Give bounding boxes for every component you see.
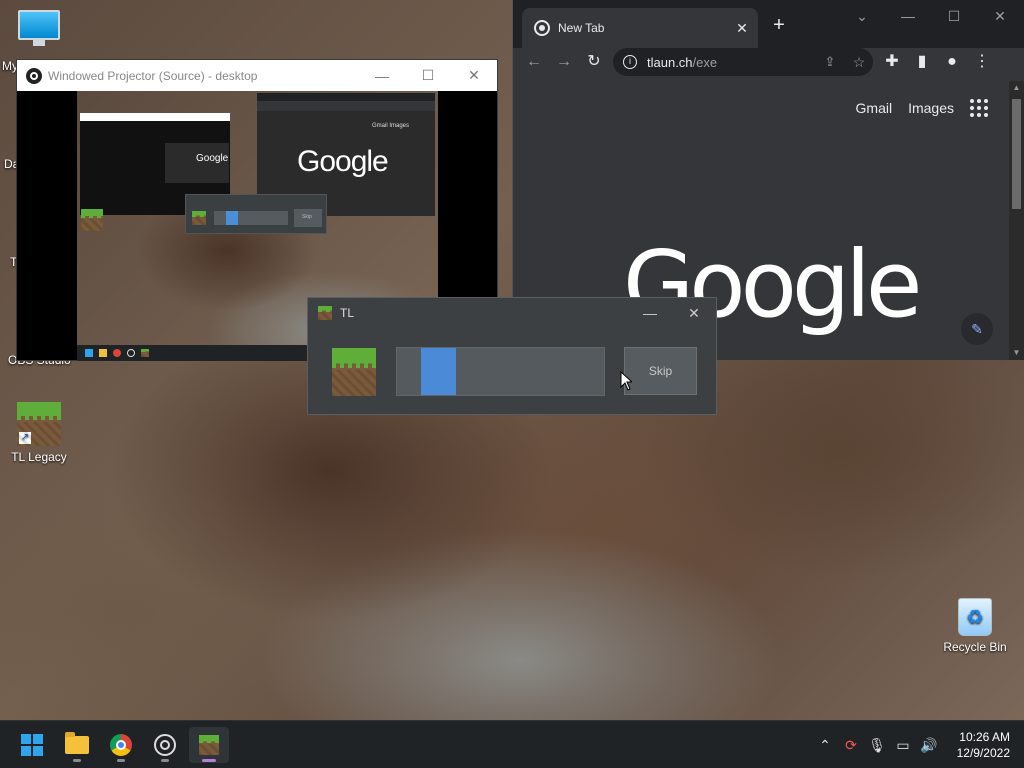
monitor-icon <box>18 10 60 46</box>
obs-icon <box>154 734 176 756</box>
taskbar-chrome[interactable] <box>101 727 141 763</box>
page-scrollbar[interactable]: ▲ ▼ <box>1009 81 1024 360</box>
network-icon[interactable]: ▭ <box>890 737 916 754</box>
taskbar-obs-studio[interactable] <box>145 727 185 763</box>
chrome-toolbar: ← → ↻ i tlaun.ch/exe ⇪ ☆ ✚ ▮ ● ⋮ <box>513 47 1024 77</box>
side-panel-icon[interactable]: ▮ <box>907 48 937 76</box>
chrome-favicon-icon <box>534 20 550 36</box>
projector-titlebar[interactable]: Windowed Projector (Source) - desktop — … <box>17 60 497 91</box>
customize-pencil-icon[interactable]: ✎ <box>961 313 993 345</box>
minimize-button[interactable]: — <box>359 60 405 91</box>
google-apps-grid-icon[interactable] <box>970 99 988 117</box>
minimize-button[interactable]: — <box>628 298 672 328</box>
tl-dialog[interactable]: TL — ✕ Skip <box>307 297 717 415</box>
taskbar-tl-legacy[interactable] <box>189 727 229 763</box>
ntp-header-links: Gmail Images <box>856 99 988 117</box>
taskbar: ⌃ ⟳ 🎙 ▭ 🔊 10:26 AM 12/9/2022 <box>0 720 1024 768</box>
mini-skip: Skip <box>302 214 312 220</box>
tab-title: New Tab <box>558 21 605 35</box>
tab-strip: New Tab ✕ + ⌄ — ☐ ✕ <box>513 0 1024 48</box>
close-tab-icon[interactable]: ✕ <box>734 20 750 37</box>
skip-button[interactable]: Skip <box>624 347 697 395</box>
progress-fill <box>421 348 457 395</box>
desktop-icon-tl-legacy[interactable]: ↗ TL Legacy <box>0 402 78 464</box>
projector-title: Windowed Projector (Source) - desktop <box>48 68 258 83</box>
reload-icon[interactable]: ↻ <box>579 48 609 76</box>
tl-title: TL <box>340 306 355 320</box>
chrome-icon <box>110 734 132 756</box>
mini-google-logo: Google <box>196 153 229 164</box>
recycle-bin-icon: ♻ <box>958 598 992 636</box>
mouse-cursor-icon <box>620 371 632 391</box>
share-icon[interactable]: ⇪ <box>815 48 845 76</box>
tab-new-tab[interactable]: New Tab ✕ <box>522 8 758 48</box>
minecraft-grass-block-icon <box>318 306 332 320</box>
desktop-icon-recycle-bin[interactable]: ♻ Recycle Bin <box>936 598 1014 654</box>
microphone-icon[interactable]: 🎙 <box>864 737 890 754</box>
speaker-icon[interactable]: 🔊 <box>916 737 942 754</box>
close-button[interactable]: ✕ <box>977 2 1023 30</box>
mini-links: Gmail Images <box>371 123 409 129</box>
scroll-down-arrow-icon[interactable]: ▼ <box>1009 346 1024 360</box>
desktop-icon-this-pc[interactable] <box>0 10 78 46</box>
minimize-button[interactable]: — <box>885 2 931 30</box>
close-button[interactable]: ✕ <box>451 60 497 91</box>
clock-date: 12/9/2022 <box>956 746 1010 760</box>
images-link[interactable]: Images <box>908 100 954 116</box>
mini-tl-legacy-icon <box>81 209 103 232</box>
close-button[interactable]: ✕ <box>672 298 716 328</box>
download-progress-bar <box>396 347 605 396</box>
minecraft-grass-block-icon <box>199 735 219 755</box>
maximize-button[interactable]: ☐ <box>405 60 451 91</box>
tl-logo-grass-block-icon <box>332 348 376 396</box>
address-bar[interactable]: i tlaun.ch/exe ⇪ ☆ <box>613 48 873 76</box>
system-tray: ⌃ ⟳ 🎙 ▭ 🔊 <box>812 721 942 768</box>
windows-logo-icon <box>21 734 43 756</box>
minecraft-grass-block-icon: ↗ <box>17 402 61 446</box>
start-button[interactable] <box>12 727 52 763</box>
scroll-up-arrow-icon[interactable]: ▲ <box>1009 81 1024 95</box>
profile-avatar-icon[interactable]: ● <box>937 48 967 76</box>
gmail-link[interactable]: Gmail <box>856 100 893 116</box>
obs-icon <box>26 67 42 84</box>
taskbar-file-explorer[interactable] <box>57 727 97 763</box>
url-path: /exe <box>692 54 718 70</box>
maximize-button[interactable]: ☐ <box>931 2 977 30</box>
site-info-icon[interactable]: i <box>623 55 637 69</box>
new-tab-button[interactable]: + <box>767 13 791 37</box>
url-host: tlaun.ch <box>647 54 693 70</box>
system-clock[interactable]: 10:26 AM 12/9/2022 <box>957 729 1010 761</box>
mini-tl-dialog: Skip <box>185 194 327 234</box>
chrome-menu-icon[interactable]: ⋮ <box>967 48 997 76</box>
desktop-icon-label: Recycle Bin <box>943 640 1007 654</box>
chevron-up-icon[interactable]: ⌃ <box>812 737 838 754</box>
desktop-icon-label: TL Legacy <box>11 450 67 464</box>
sync-alert-icon[interactable]: ⟳ <box>838 737 864 754</box>
scrollbar-thumb[interactable] <box>1012 99 1021 209</box>
shortcut-arrow-icon: ↗ <box>19 432 31 444</box>
folder-icon <box>65 732 89 754</box>
bookmark-star-icon[interactable]: ☆ <box>845 48 873 76</box>
back-arrow-icon[interactable]: ← <box>519 48 549 76</box>
clock-time: 10:26 AM <box>959 730 1010 744</box>
tl-titlebar[interactable]: TL — ✕ <box>308 298 716 328</box>
tab-search-chevron-icon[interactable]: ⌄ <box>839 2 885 30</box>
mini-google-logo: Google <box>297 145 389 178</box>
forward-arrow-icon[interactable]: → <box>549 48 579 76</box>
extensions-puzzle-icon[interactable]: ✚ <box>877 48 907 76</box>
